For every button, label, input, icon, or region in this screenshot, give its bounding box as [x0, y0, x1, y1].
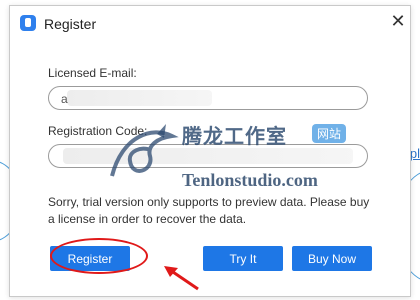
register-button[interactable]: Register [50, 246, 130, 271]
trial-message: Sorry, trial version only supports to pr… [48, 195, 370, 226]
registration-code-label: Registration Code: [48, 124, 148, 138]
watermark-badge: 网站 [312, 124, 347, 143]
registration-code-field[interactable] [48, 144, 368, 168]
buy-now-button[interactable]: Buy Now [292, 246, 372, 271]
watermark-url: Tenlonstudio.com [182, 170, 318, 190]
background-link[interactable]: pl [410, 146, 420, 161]
email-field[interactable] [48, 86, 368, 110]
title-bar: Register ✕ [10, 6, 410, 42]
close-icon[interactable]: ✕ [388, 11, 408, 31]
screen: pl Register ✕ Licensed E-mail: Registrat… [0, 0, 420, 300]
register-dialog: Register ✕ Licensed E-mail: Registration… [9, 5, 411, 297]
dialog-title: Register [44, 16, 97, 32]
try-it-button[interactable]: Try It [203, 246, 283, 271]
email-input[interactable] [59, 90, 353, 108]
app-icon [20, 15, 36, 31]
arrow-icon [164, 266, 199, 291]
email-label: Licensed E-mail: [48, 66, 137, 80]
registration-code-input[interactable] [59, 148, 353, 166]
